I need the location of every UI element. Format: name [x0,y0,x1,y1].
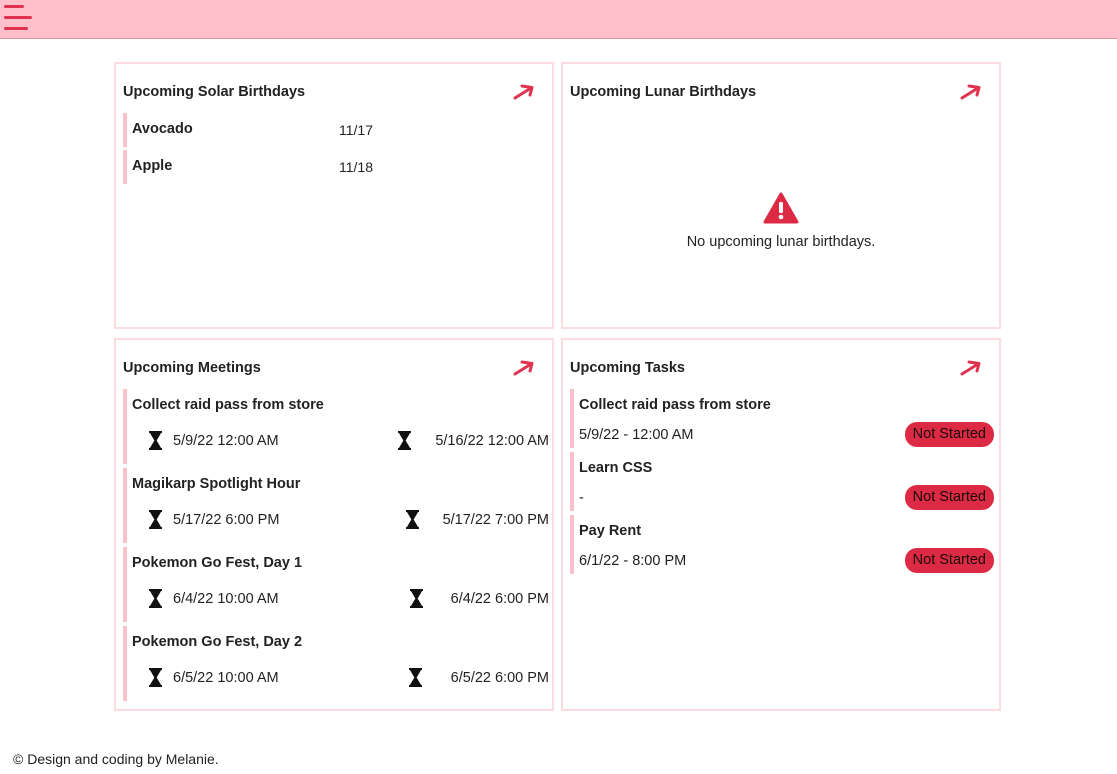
hourglass-end-icon [406,510,419,529]
empty-message: No upcoming lunar birthdays. [686,234,876,250]
status-badge: Not Started [904,422,994,447]
task-item: Learn CSS - Not Started [570,452,994,511]
meeting-title: Pokemon Go Fest, Day 1 [132,555,303,571]
meetings-card: Upcoming Meetings Collect raid pass from… [114,338,554,711]
card-title: Upcoming Tasks [570,360,685,376]
task-due: - [579,490,584,506]
tasks-card: Upcoming Tasks Collect raid pass from st… [561,338,1001,711]
task-title: Learn CSS [579,460,653,476]
footer-credit: © Design and coding by Melanie. [13,751,219,767]
task-item: Collect raid pass from store 5/9/22 - 12… [570,389,994,448]
meeting-title: Magikarp Spotlight Hour [132,476,301,492]
meeting-start: 6/4/22 10:00 AM [173,591,279,607]
meeting-item: Pokemon Go Fest, Day 2 6/5/22 10:00 AM 6… [123,626,549,701]
hourglass-start-icon [149,510,162,529]
task-due: 6/1/22 - 8:00 PM [579,553,687,569]
meeting-start: 5/9/22 12:00 AM [173,433,279,449]
lunar-birthdays-card: Upcoming Lunar Birthdays No upcoming lun… [561,62,1001,329]
task-item: Pay Rent 6/1/22 - 8:00 PM Not Started [570,515,994,574]
task-due: 5/9/22 - 12:00 AM [579,427,694,443]
meeting-end: 5/17/22 7:00 PM [442,512,549,528]
hourglass-start-icon [149,589,162,608]
birthday-date: 11/18 [339,159,373,175]
status-badge: Not Started [904,485,994,510]
meeting-item: Collect raid pass from store 5/9/22 12:0… [123,389,549,464]
meeting-end: 6/4/22 6:00 PM [450,591,549,607]
birthday-date: 11/17 [339,122,373,138]
birthday-name: Apple [132,158,173,174]
task-title: Collect raid pass from store [579,397,771,413]
meeting-item: Magikarp Spotlight Hour 5/17/22 6:00 PM … [123,468,549,543]
hourglass-end-icon [398,431,411,450]
task-title: Pay Rent [579,523,642,539]
solar-birthdays-card: Upcoming Solar Birthdays Avocado 11/17 A… [114,62,554,329]
card-title: Upcoming Solar Birthdays [123,84,306,100]
card-title: Upcoming Lunar Birthdays [570,84,757,100]
top-bar [0,0,1117,39]
arrow-up-right-icon[interactable] [512,80,536,104]
warning-icon [763,192,799,224]
hourglass-end-icon [410,589,423,608]
list-item: Apple 11/18 [123,150,549,184]
status-badge: Not Started [904,548,994,573]
arrow-up-right-icon[interactable] [959,356,983,380]
birthday-name: Avocado [132,121,193,137]
hourglass-end-icon [409,668,422,687]
hourglass-start-icon [149,431,162,450]
list-item: Avocado 11/17 [123,113,549,147]
meeting-end: 5/16/22 12:00 AM [435,433,549,449]
meeting-end: 6/5/22 6:00 PM [450,670,549,686]
card-title: Upcoming Meetings [123,360,261,376]
meeting-item: Pokemon Go Fest, Day 1 6/4/22 10:00 AM 6… [123,547,549,622]
meeting-title: Pokemon Go Fest, Day 2 [132,634,303,650]
meeting-start: 6/5/22 10:00 AM [173,670,279,686]
arrow-up-right-icon[interactable] [512,356,536,380]
hourglass-start-icon [149,668,162,687]
meeting-start: 5/17/22 6:00 PM [173,512,280,528]
hamburger-menu-icon[interactable] [4,4,34,32]
arrow-up-right-icon[interactable] [959,80,983,104]
meeting-title: Collect raid pass from store [132,397,324,413]
